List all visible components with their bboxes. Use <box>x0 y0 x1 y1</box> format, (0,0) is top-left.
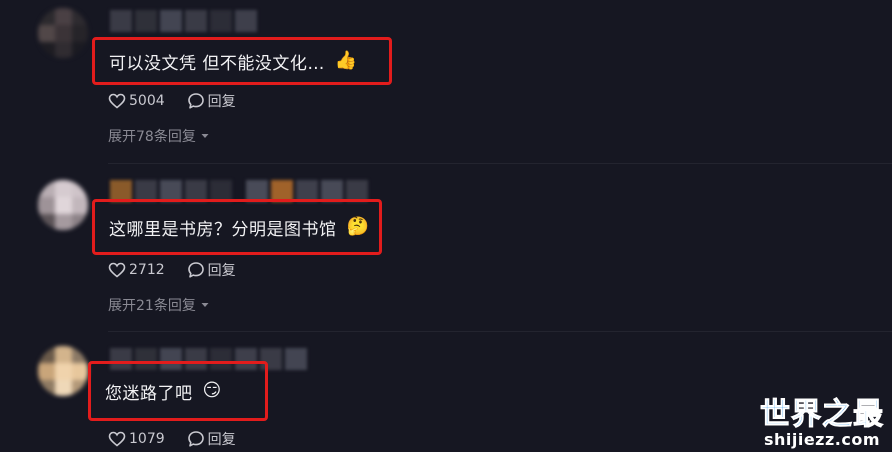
heart-icon <box>108 431 126 447</box>
reply-label: 回复 <box>207 263 236 279</box>
comment-actions: 1079 回复 <box>108 429 236 449</box>
expand-replies-button[interactable]: 展开21条回复 <box>108 295 210 315</box>
like-count: 5004 <box>129 93 165 109</box>
divider <box>108 331 892 332</box>
comment-text: 您迷路了吧 <box>105 383 193 404</box>
site-watermark: 世界之最 shijiezz.com <box>760 397 884 449</box>
comment-item-2: 这哪里是书房？分明是图书馆 🤔 2712 回复 展开21条回复 <box>0 170 892 340</box>
comment-text: 可以没文凭 但不能没文化… <box>109 53 325 74</box>
smirking-face-icon: 😏 <box>202 380 222 401</box>
reply-button[interactable]: 回复 <box>187 260 236 280</box>
like-button[interactable]: 5004 <box>108 93 165 109</box>
like-count: 1079 <box>129 431 165 447</box>
reply-label: 回复 <box>207 94 236 110</box>
user-avatar[interactable] <box>38 8 88 58</box>
like-button[interactable]: 1079 <box>108 431 165 447</box>
caret-down-icon <box>201 303 209 307</box>
watermark-title: 世界之最 <box>760 397 884 432</box>
reply-label: 回复 <box>207 432 236 448</box>
heart-icon <box>108 93 126 109</box>
watermark-subtitle: shijiezz.com <box>763 430 881 449</box>
comment-bubble-icon <box>187 262 204 278</box>
reply-button[interactable]: 回复 <box>187 429 236 449</box>
comment-item-3: 您迷路了吧 😏 1079 回复 <box>0 340 892 452</box>
expand-replies-button[interactable]: 展开78条回复 <box>108 126 210 146</box>
thumbs-up-icon: 👍 <box>334 50 358 71</box>
comment-item-1: 可以没文凭 但不能没文化… 👍 5004 回复 展开78条回复 <box>0 0 892 170</box>
divider <box>108 163 892 164</box>
comment-actions: 2712 回复 <box>108 260 236 280</box>
comment-text-highlighted: 这哪里是书房？分明是图书馆 🤔 <box>92 199 382 255</box>
expand-replies-label: 展开78条回复 <box>108 129 196 145</box>
like-count: 2712 <box>129 262 165 278</box>
comment-bubble-icon <box>187 431 204 447</box>
comment-actions: 5004 回复 <box>108 91 236 111</box>
username-redacted[interactable] <box>110 10 257 32</box>
comment-text-highlighted: 可以没文凭 但不能没文化… 👍 <box>92 37 392 85</box>
comment-text-highlighted: 您迷路了吧 😏 <box>88 361 268 421</box>
user-avatar[interactable] <box>38 180 88 230</box>
like-button[interactable]: 2712 <box>108 262 165 278</box>
thinking-face-icon: 🤔 <box>346 216 370 237</box>
comment-text: 这哪里是书房？分明是图书馆 <box>109 219 337 240</box>
heart-icon <box>108 262 126 278</box>
caret-down-icon <box>201 134 209 138</box>
comment-feed: 可以没文凭 但不能没文化… 👍 5004 回复 展开78条回复 这哪里是书房？分… <box>0 0 892 452</box>
user-avatar[interactable] <box>38 346 88 396</box>
reply-button[interactable]: 回复 <box>187 91 236 111</box>
expand-replies-label: 展开21条回复 <box>108 298 196 314</box>
comment-bubble-icon <box>187 93 204 109</box>
